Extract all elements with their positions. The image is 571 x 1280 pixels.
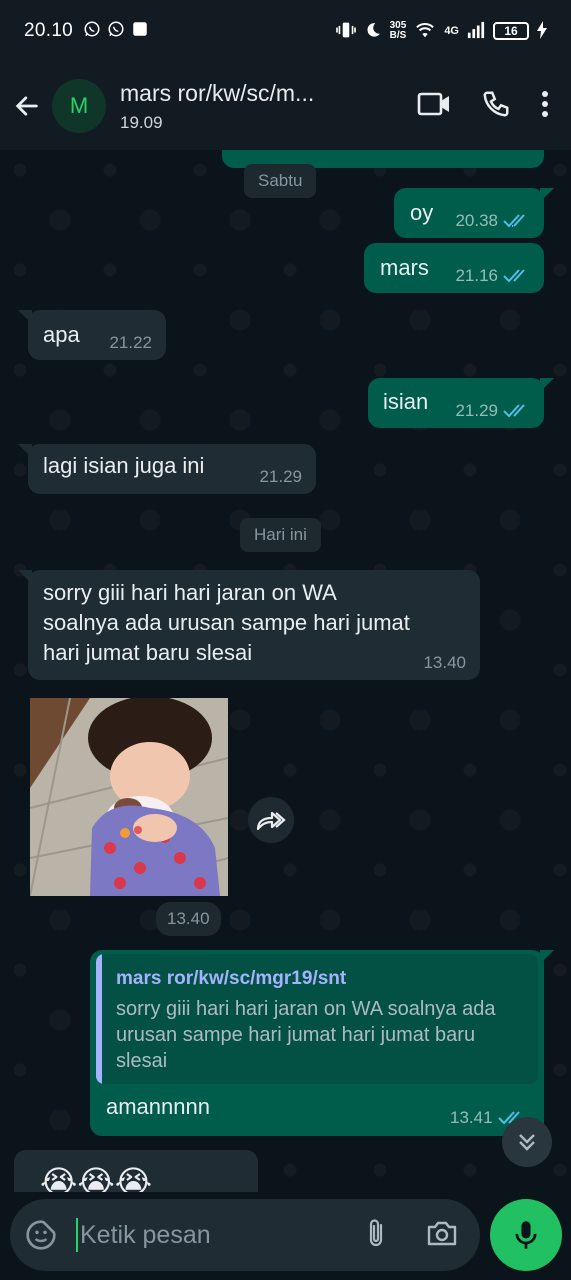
- forward-button[interactable]: [248, 797, 294, 843]
- sticker-icon: [26, 1220, 56, 1250]
- composer: [0, 1192, 571, 1280]
- message-time: 21.29: [259, 467, 302, 486]
- message-time: 21.29: [455, 401, 498, 420]
- read-receipt-icon: [503, 214, 525, 228]
- message-time: 21.16: [455, 266, 498, 285]
- app-notification-icon: [131, 20, 149, 43]
- paperclip-icon: [369, 1218, 383, 1246]
- message-bubble-outgoing[interactable]: oy 20.38: [394, 188, 554, 238]
- photo-thumbnail: [30, 698, 228, 896]
- message-text: amannnnn: [106, 1094, 210, 1119]
- contact-subtitle: 19.09: [120, 112, 163, 132]
- camera-icon: [427, 1221, 457, 1245]
- more-vertical-icon: [542, 90, 548, 117]
- voice-message-button[interactable]: [490, 1199, 562, 1271]
- attach-button[interactable]: [364, 1217, 388, 1254]
- message-text: lagi isian juga ini: [43, 453, 205, 478]
- message-bubble-incoming[interactable]: sorry giii hari hari jaran on WA soalnya…: [18, 570, 480, 680]
- message-bubble-outgoing[interactable]: isian 21.29: [368, 378, 554, 428]
- chat-header: M mars ror/kw/sc/m... 19.09: [0, 62, 571, 150]
- message-input-box[interactable]: [10, 1199, 480, 1271]
- whatsapp-notification-icon: [107, 20, 125, 43]
- contact-name: mars ror/kw/sc/m...: [120, 79, 315, 106]
- voice-call-button[interactable]: [481, 89, 511, 124]
- image-message[interactable]: [30, 698, 228, 896]
- whatsapp-notification-icon: [83, 20, 101, 43]
- message-text: 😭😭😭: [40, 1164, 153, 1192]
- arrow-left-icon: [15, 96, 38, 116]
- wifi-icon: [414, 21, 436, 42]
- message-bubble-outgoing[interactable]: mars 21.16: [364, 243, 544, 293]
- message-text: mars: [380, 255, 429, 280]
- chat-area[interactable]: Sabtu oy 20.38 mars 21.16 apa 21.22 isia…: [0, 150, 571, 1192]
- vibrate-icon: [335, 21, 356, 42]
- video-call-button[interactable]: [417, 90, 451, 123]
- message-bubble-incoming[interactable]: 😭😭😭: [14, 1150, 258, 1192]
- message-text: apa: [43, 322, 80, 347]
- video-camera-icon: [417, 92, 449, 115]
- message-input[interactable]: [80, 1220, 340, 1250]
- message-text: isian: [383, 389, 429, 414]
- message-bubble-incoming[interactable]: apa 21.22: [18, 310, 166, 360]
- quoted-message[interactable]: mars ror/kw/sc/mgr19/snt sorry giii hari…: [96, 954, 538, 1084]
- forward-icon: [256, 811, 286, 831]
- back-button[interactable]: [2, 76, 52, 136]
- scroll-to-bottom-button[interactable]: [502, 1117, 552, 1167]
- message-bubble-incoming[interactable]: lagi isian juga ini 21.29: [18, 444, 316, 494]
- status-bar: 20.10 305 B/S 4G 16: [0, 0, 571, 62]
- message-time: 20.38: [455, 211, 498, 230]
- battery-indicator: 16: [493, 22, 529, 40]
- message-time: 13.40: [156, 902, 221, 936]
- dnd-moon-icon: [364, 21, 382, 42]
- status-time: 20.10: [24, 20, 74, 41]
- quoted-text: sorry giii hari hari jaran on WA soalnya…: [116, 998, 496, 1072]
- contact-info[interactable]: mars ror/kw/sc/m... 19.09: [120, 80, 370, 133]
- charging-icon: [537, 20, 547, 42]
- quoted-sender: mars ror/kw/sc/mgr19/snt: [116, 968, 347, 989]
- read-receipt-icon: [503, 269, 525, 283]
- message-text: oy: [410, 200, 434, 225]
- date-separator: Sabtu: [244, 164, 317, 198]
- microphone-icon: [515, 1221, 537, 1249]
- message-time: 21.22: [109, 333, 152, 352]
- camera-button[interactable]: [426, 1219, 458, 1252]
- message-text: sorry giii hari hari jaran on WA soalnya…: [43, 580, 410, 665]
- read-receipt-icon: [503, 404, 525, 418]
- avatar[interactable]: M: [52, 79, 106, 133]
- date-separator: Hari ini: [240, 518, 321, 552]
- sticker-button[interactable]: [10, 1219, 72, 1251]
- phone-icon: [483, 91, 509, 117]
- network-speed: 305 B/S: [389, 20, 407, 41]
- message-time: 13.41: [450, 1108, 493, 1127]
- more-options-button[interactable]: [541, 90, 549, 123]
- double-chevron-down-icon: [519, 1134, 535, 1151]
- signal-icon: [467, 21, 485, 42]
- message-time: 13.40: [423, 653, 466, 672]
- network-type: 4G: [444, 25, 459, 37]
